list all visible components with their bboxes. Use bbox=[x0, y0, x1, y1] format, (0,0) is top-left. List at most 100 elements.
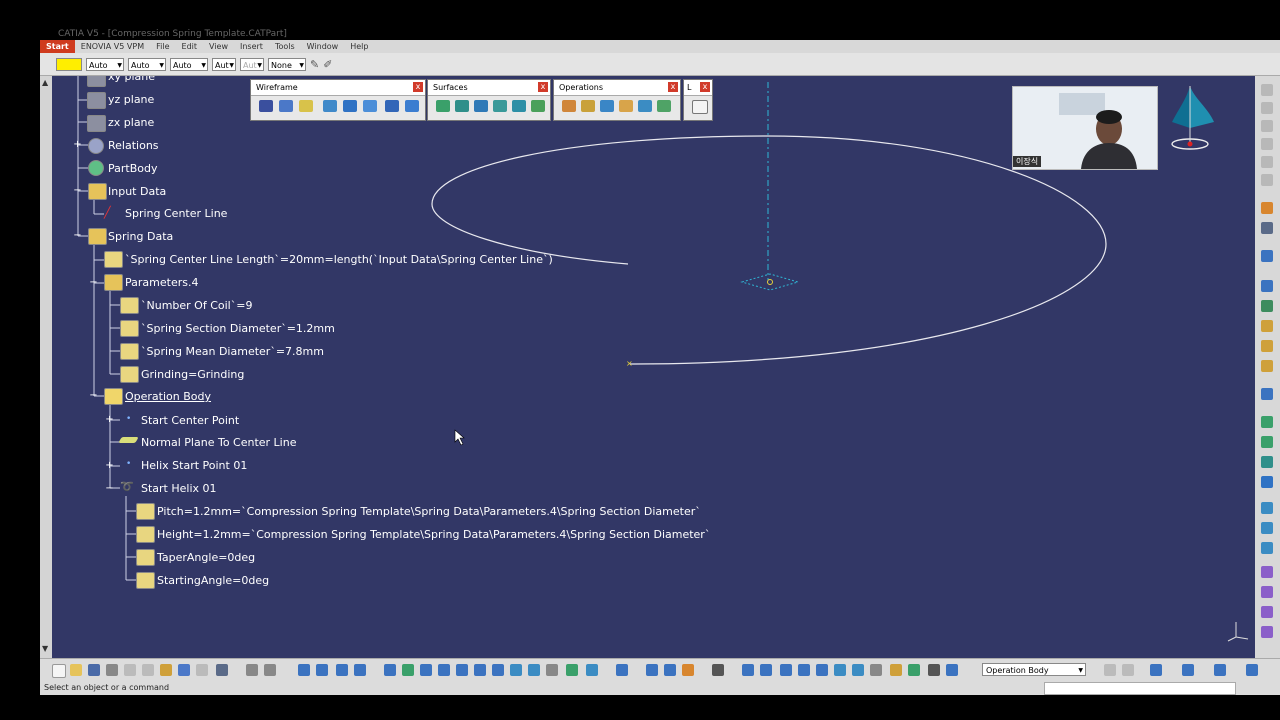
split-tool-icon[interactable] bbox=[581, 100, 595, 112]
axis-system-icon[interactable] bbox=[780, 664, 792, 676]
plane-tool-icon[interactable] bbox=[299, 100, 313, 112]
define-in-work-object-icon[interactable] bbox=[870, 664, 882, 676]
blend-tool-icon[interactable] bbox=[1261, 456, 1273, 468]
fillet-tool-icon[interactable] bbox=[619, 100, 633, 112]
healing-tool-icon[interactable] bbox=[1261, 476, 1273, 488]
sketch-tool-icon[interactable] bbox=[1261, 202, 1273, 214]
rule-tool-icon[interactable] bbox=[1261, 626, 1273, 638]
line-thickness-combo[interactable]: Auto ▼ bbox=[128, 57, 166, 71]
expand-plus-icon[interactable]: + bbox=[105, 415, 114, 425]
update-icon[interactable] bbox=[616, 664, 628, 676]
toolbar-grip-icon[interactable] bbox=[1261, 174, 1273, 186]
view-mode-icon[interactable] bbox=[586, 664, 598, 676]
toolbar-grip-icon[interactable] bbox=[1261, 102, 1273, 114]
start-center-point[interactable] bbox=[767, 279, 773, 285]
offset-tool-icon[interactable] bbox=[363, 100, 377, 112]
open-file-icon[interactable] bbox=[70, 664, 82, 676]
pan-icon[interactable] bbox=[420, 664, 432, 676]
menu-view[interactable]: View bbox=[203, 40, 234, 53]
extract-tool-icon[interactable] bbox=[600, 100, 614, 112]
geometric-set-tool-icon[interactable] bbox=[1261, 320, 1273, 332]
swap-visible-space-icon[interactable] bbox=[566, 664, 578, 676]
tree-node-parameters-4[interactable]: Parameters.4 bbox=[125, 276, 198, 290]
intersection-tool-icon[interactable] bbox=[343, 100, 357, 112]
wireframe-toolbar-title[interactable]: Wireframe bbox=[251, 80, 425, 96]
parameters-icon[interactable] bbox=[1122, 664, 1134, 676]
close-icon[interactable]: x bbox=[700, 82, 710, 92]
helix-curve[interactable] bbox=[431, 135, 1107, 365]
tree-node-helix-start-point[interactable]: Helix Start Point 01 bbox=[141, 459, 247, 473]
scroll-up-icon[interactable]: ▲ bbox=[42, 78, 48, 87]
formula-tool-icon[interactable] bbox=[1261, 586, 1273, 598]
grid-icon[interactable] bbox=[816, 664, 828, 676]
help-icon[interactable] bbox=[216, 664, 228, 676]
line-tool-icon[interactable] bbox=[279, 100, 293, 112]
tree-node-spring-data[interactable]: Spring Data bbox=[108, 230, 173, 244]
compass-icon[interactable] bbox=[1160, 78, 1220, 158]
layer-combo[interactable]: None ▼ bbox=[268, 57, 306, 71]
normal-view-icon[interactable] bbox=[492, 664, 504, 676]
law-tool-icon[interactable] bbox=[692, 100, 708, 114]
tree-node-operation-body[interactable]: Operation Body bbox=[125, 390, 211, 404]
paste-icon[interactable] bbox=[160, 664, 172, 676]
tree-node-spring-section-diameter[interactable]: `Spring Section Diameter`=1.2mm bbox=[141, 322, 335, 336]
tree-node-number-of-coil[interactable]: `Number Of Coil`=9 bbox=[141, 299, 252, 313]
surface-tool-icon[interactable] bbox=[1261, 416, 1273, 428]
sweep-surface-icon[interactable] bbox=[512, 100, 526, 112]
grid-tool-icon[interactable] bbox=[1261, 280, 1273, 292]
multi-section-tool-icon[interactable] bbox=[1261, 436, 1273, 448]
menu-help[interactable]: Help bbox=[344, 40, 374, 53]
trim-tool-icon[interactable] bbox=[1261, 542, 1273, 554]
knowledge-tool-icon[interactable] bbox=[1261, 566, 1273, 578]
rotate-icon[interactable] bbox=[438, 664, 450, 676]
fill-color-picker[interactable] bbox=[56, 57, 82, 71]
extract-tool-icon[interactable] bbox=[1261, 522, 1273, 534]
cut-icon[interactable] bbox=[124, 664, 136, 676]
tree-node-height-formula[interactable]: Height=1.2mm=`Compression Spring Templat… bbox=[157, 528, 710, 542]
ordered-set-tool-icon[interactable] bbox=[1261, 360, 1273, 372]
paint-brush-icon[interactable]: ✐ bbox=[323, 58, 332, 71]
close-icon[interactable]: x bbox=[668, 82, 678, 92]
copy-icon[interactable] bbox=[142, 664, 154, 676]
print-icon[interactable] bbox=[106, 664, 118, 676]
show-icon[interactable] bbox=[760, 664, 772, 676]
tree-node-normal-plane[interactable]: Normal Plane To Center Line bbox=[141, 436, 296, 450]
redo-icon[interactable] bbox=[196, 664, 208, 676]
collapse-minus-icon[interactable]: − bbox=[89, 278, 98, 288]
set-current-icon[interactable] bbox=[946, 664, 958, 676]
line-type-combo[interactable]: Auto ▼ bbox=[170, 57, 208, 71]
fill-surface-icon[interactable] bbox=[531, 100, 545, 112]
extrude-surface-icon[interactable] bbox=[436, 100, 450, 112]
formula-icon[interactable] bbox=[246, 664, 258, 676]
knowledge-advisor-icon[interactable] bbox=[316, 664, 328, 676]
body-tool-icon[interactable] bbox=[1261, 340, 1273, 352]
options-icon[interactable] bbox=[1104, 664, 1116, 676]
tree-node-taper-angle[interactable]: TaperAngle=0deg bbox=[157, 551, 255, 565]
workbench-icon[interactable] bbox=[1246, 664, 1258, 676]
toolbar-grip-icon[interactable] bbox=[1261, 84, 1273, 96]
helix-tool-icon[interactable] bbox=[405, 100, 419, 112]
tree-node-center-line-length-formula[interactable]: `Spring Center Line Length`=20mm=length(… bbox=[125, 253, 553, 267]
left-scroll-strip[interactable]: ▲ ▼ bbox=[40, 76, 52, 658]
instantiate-icon[interactable] bbox=[354, 664, 366, 676]
catalog-icon[interactable] bbox=[336, 664, 348, 676]
insert-body-icon[interactable] bbox=[908, 664, 920, 676]
tree-node-grinding[interactable]: Grinding=Grinding bbox=[141, 368, 244, 382]
plane-system-icon[interactable] bbox=[852, 664, 864, 676]
point-symbol-combo[interactable]: Aut ▼ bbox=[212, 57, 236, 71]
list-icon[interactable] bbox=[928, 664, 940, 676]
tree-node-starting-angle[interactable]: StartingAngle=0deg bbox=[157, 574, 269, 588]
inertia-icon[interactable] bbox=[682, 664, 694, 676]
tree-node-yz-plane[interactable]: yz plane bbox=[108, 93, 154, 107]
format-painter-icon[interactable]: ✎ bbox=[310, 58, 319, 71]
tree-node-start-helix[interactable]: Start Helix 01 bbox=[141, 482, 217, 496]
circle-tool-icon[interactable] bbox=[385, 100, 399, 112]
translate-tool-icon[interactable] bbox=[638, 100, 652, 112]
offset-surface-icon[interactable] bbox=[493, 100, 507, 112]
sketch-analysis-icon[interactable] bbox=[1214, 664, 1226, 676]
expand-plus-icon[interactable]: + bbox=[105, 461, 114, 471]
hide-show-icon[interactable] bbox=[546, 664, 558, 676]
hide-icon[interactable] bbox=[742, 664, 754, 676]
tree-node-pitch-formula[interactable]: Pitch=1.2mm=`Compression Spring Template… bbox=[157, 505, 701, 519]
collapse-minus-icon[interactable]: − bbox=[73, 231, 82, 241]
